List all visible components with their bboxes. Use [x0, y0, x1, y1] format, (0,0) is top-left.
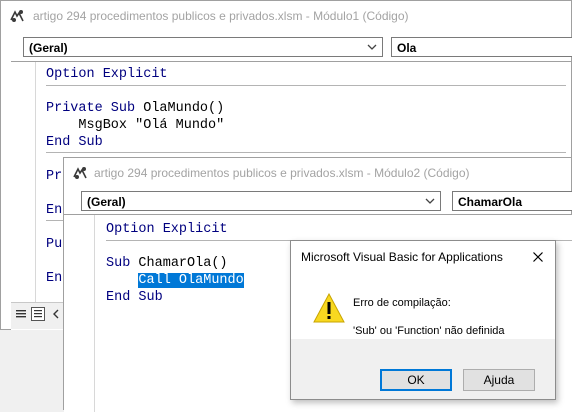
chevron-down-icon: [425, 198, 435, 204]
procedure-view-icon[interactable]: [15, 308, 27, 320]
code-line[interactable]: Pu: [46, 236, 62, 253]
error-message: 'Sub' ou 'Function' não definida: [353, 325, 505, 337]
error-heading: Erro de compilação:: [353, 297, 451, 309]
code-line[interactable]: End Sub: [106, 289, 163, 306]
object-combo-value: (Geral): [87, 195, 126, 209]
dialog-content: Erro de compilação: 'Sub' ou 'Function' …: [291, 273, 555, 339]
procedure-combo-module1[interactable]: Ola: [391, 37, 572, 57]
vba-module-icon: [10, 10, 24, 22]
titlebar-module2[interactable]: artigo 294 procedimentos publicos e priv…: [64, 158, 571, 188]
code-line[interactable]: MsgBox "Olá Mundo": [46, 117, 224, 134]
dialog-titlebar[interactable]: Microsoft Visual Basic for Applications: [291, 241, 555, 273]
close-icon[interactable]: [533, 252, 543, 262]
window-title: artigo 294 procedimentos publicos e priv…: [94, 166, 470, 180]
code-line[interactable]: Option Explicit: [106, 221, 228, 238]
code-line[interactable]: En: [46, 202, 62, 219]
procedure-separator: [46, 152, 566, 153]
code-line[interactable]: Pr: [46, 168, 62, 185]
vba-module-icon: [73, 167, 87, 179]
code-line[interactable]: End Sub: [46, 134, 103, 151]
object-combo-module2[interactable]: (Geral): [81, 191, 441, 211]
procedure-combo-value: Ola: [397, 41, 417, 55]
ok-button[interactable]: OK: [380, 369, 452, 391]
margin-indicator-bar: [11, 62, 36, 302]
full-module-view-icon[interactable]: [31, 307, 45, 321]
compile-error-dialog: Microsoft Visual Basic for Applications …: [290, 240, 556, 400]
code-line[interactable]: Sub ChamarOla(): [106, 255, 228, 272]
window-title: artigo 294 procedimentos publicos e priv…: [33, 9, 409, 23]
code-line[interactable]: Option Explicit: [46, 66, 168, 83]
object-combo-value: (Geral): [29, 41, 68, 55]
help-button[interactable]: Ajuda: [463, 369, 535, 391]
object-combo-module1[interactable]: (Geral): [23, 37, 383, 57]
code-line[interactable]: En: [46, 270, 62, 287]
procedure-combo-module2[interactable]: ChamarOla: [452, 191, 572, 211]
procedure-combo-value: ChamarOla: [458, 195, 523, 209]
selected-text[interactable]: Call OlaMundo: [138, 273, 244, 288]
scroll-left-icon[interactable]: [51, 309, 61, 319]
dialog-title: Microsoft Visual Basic for Applications: [301, 250, 503, 264]
warning-icon: [313, 293, 345, 323]
titlebar-module1[interactable]: artigo 294 procedimentos publicos e priv…: [1, 1, 571, 31]
code-line[interactable]: Private Sub OlaMundo(): [46, 100, 224, 117]
margin-indicator-bar: [64, 215, 95, 412]
procedure-separator: [46, 85, 566, 86]
code-line-selected[interactable]: Call OlaMundo: [106, 272, 244, 289]
chevron-down-icon: [367, 44, 377, 50]
